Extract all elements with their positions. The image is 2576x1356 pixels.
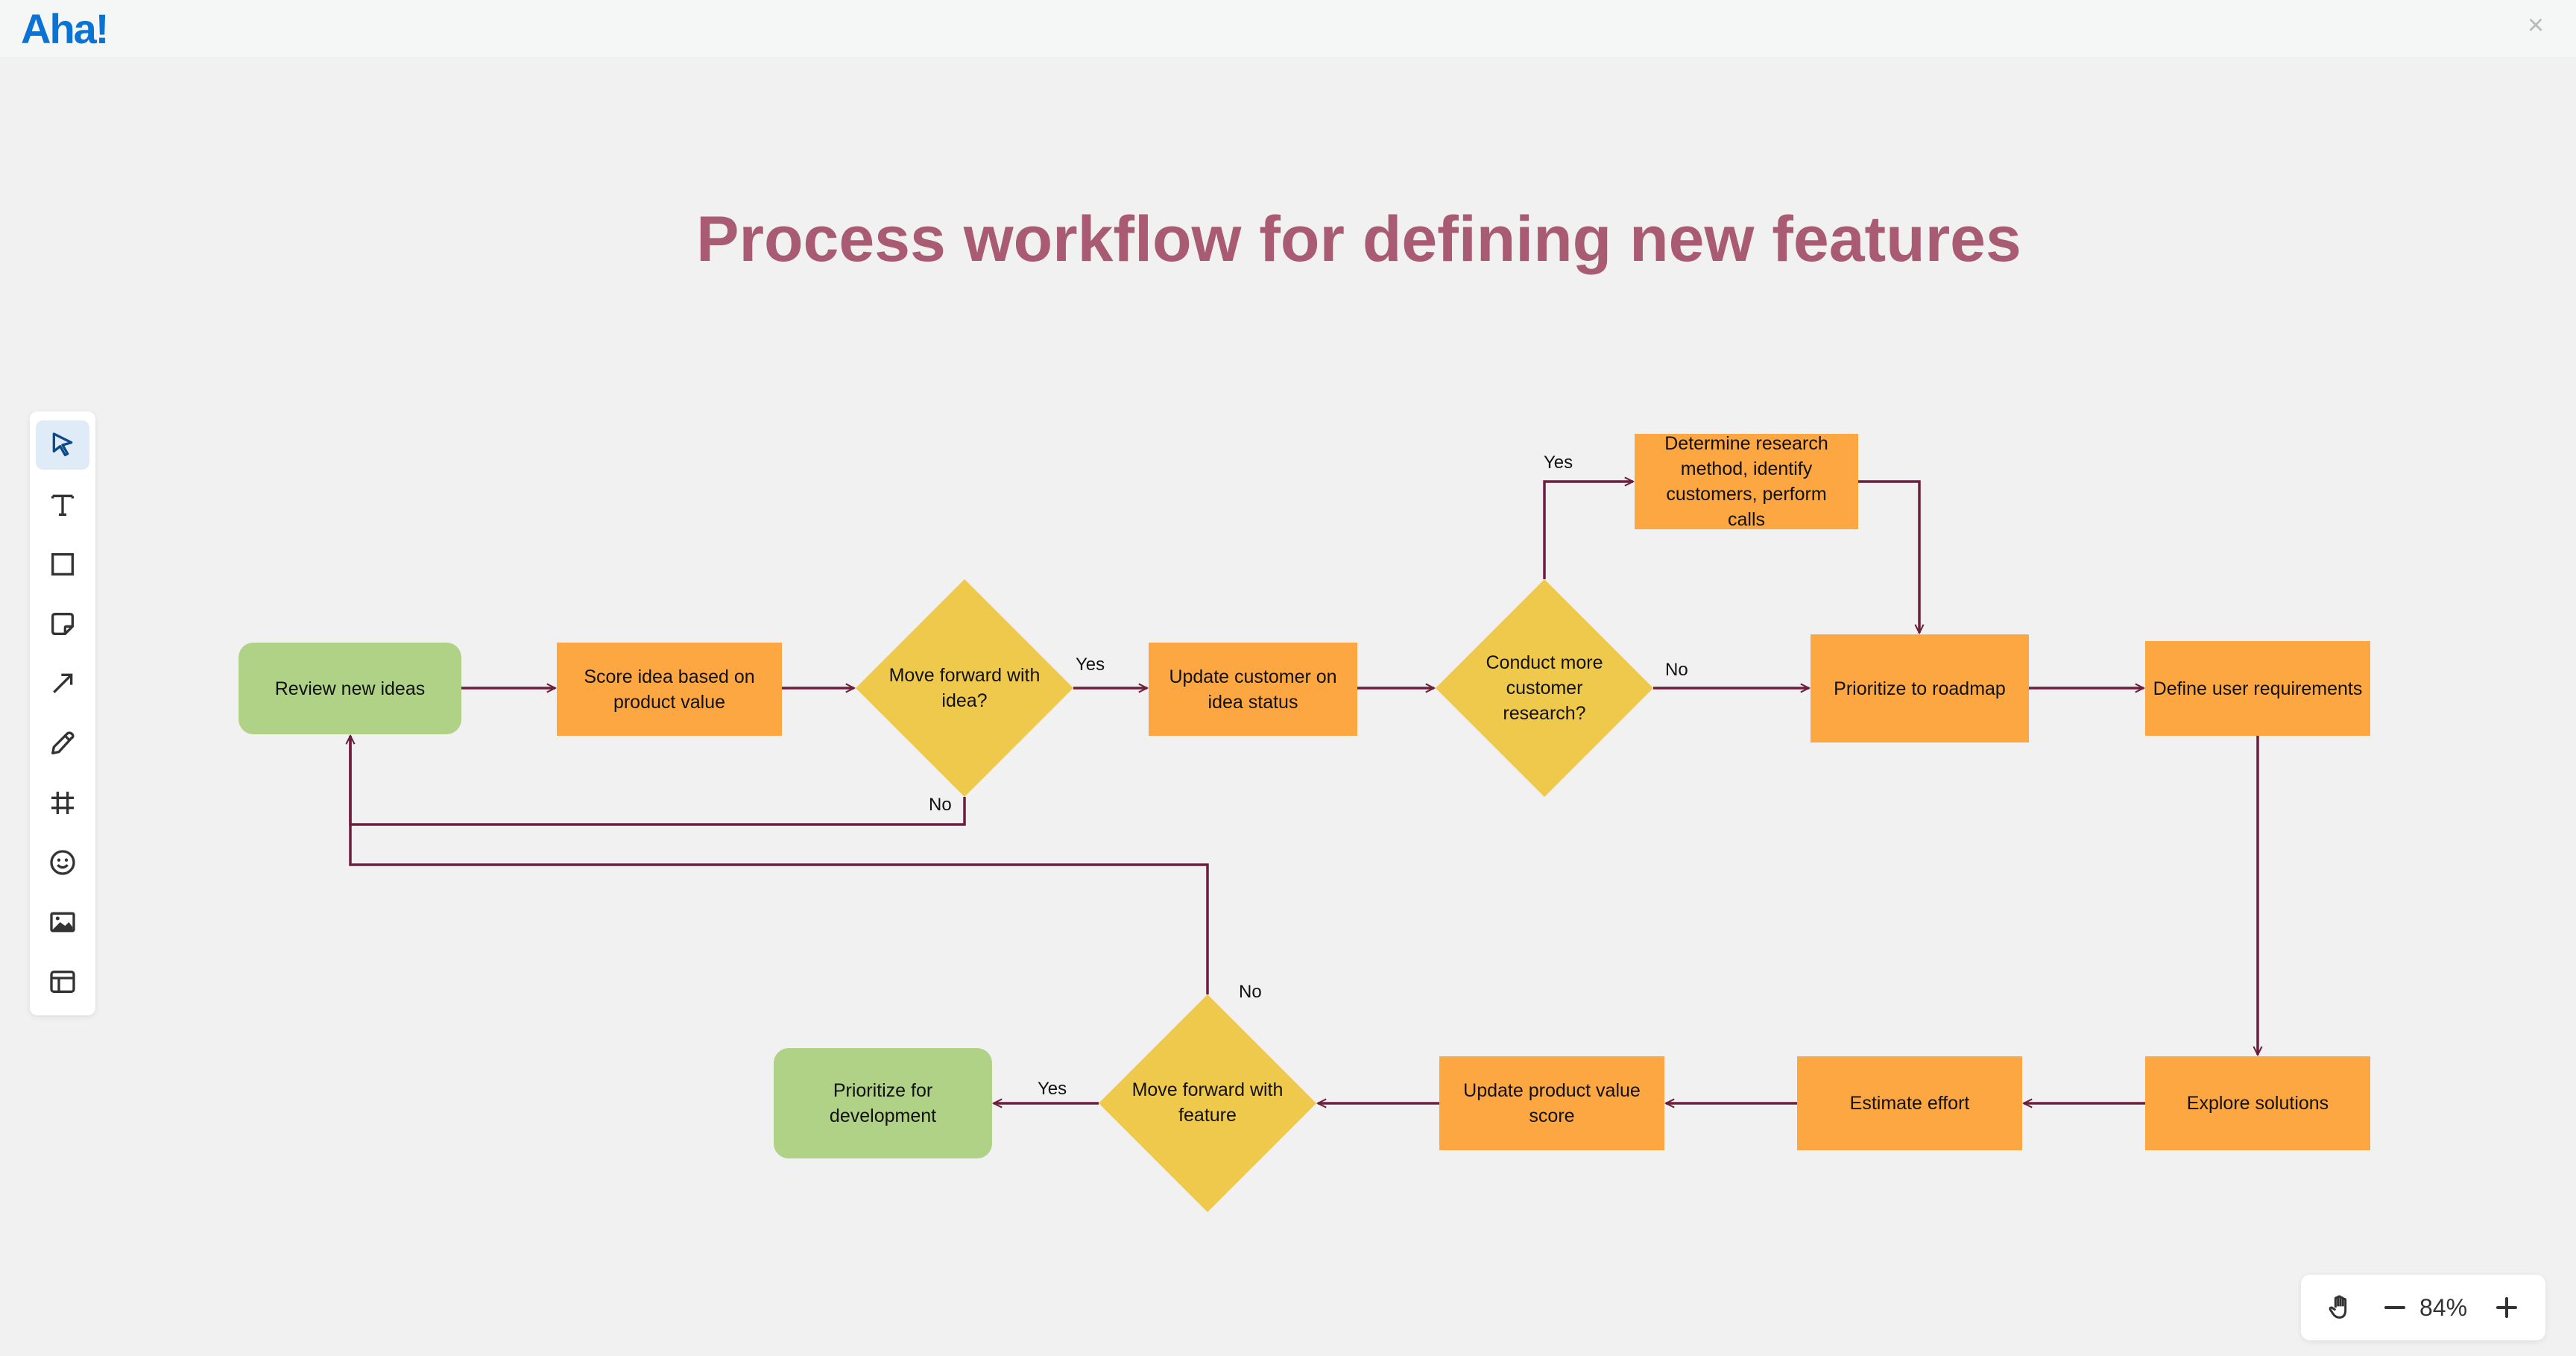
pencil-icon — [51, 731, 75, 754]
edge-label-idea-no: No — [929, 795, 952, 815]
tool-sticky-note[interactable] — [36, 599, 89, 649]
tool-arrow[interactable] — [36, 659, 89, 708]
minus-icon — [2384, 1306, 2405, 1309]
arrow-icon — [53, 673, 73, 693]
zoom-out-button[interactable] — [2378, 1290, 2411, 1325]
edge-label-research-yes: Yes — [1544, 452, 1573, 473]
node-determine-research[interactable]: Determine research method, identify cust… — [1635, 433, 1858, 530]
node-review-new-ideas[interactable]: Review new ideas — [239, 643, 461, 734]
tool-template[interactable] — [36, 957, 89, 1006]
plus-icon — [2496, 1297, 2517, 1318]
zoom-controls: 84% — [2301, 1275, 2545, 1340]
decision-research-label: Conduct more customer research? — [1486, 652, 1603, 724]
tool-select[interactable] — [36, 420, 89, 470]
edge-label-research-no: No — [1665, 660, 1688, 680]
frame-icon — [51, 792, 74, 814]
image-icon — [50, 912, 75, 933]
node-update-customer[interactable]: Update customer on idea status — [1149, 643, 1357, 736]
edge-decision-research-yes[interactable] — [1543, 482, 1633, 579]
emoji-icon — [50, 850, 75, 875]
text-icon — [51, 494, 74, 516]
node-explore-solutions[interactable]: Explore solutions — [2145, 1056, 2370, 1150]
drawing-toolbar — [30, 411, 95, 1015]
pointer-icon — [52, 432, 73, 456]
hand-icon — [2329, 1295, 2347, 1319]
zoom-level: 84% — [2419, 1294, 2468, 1321]
tool-shape[interactable] — [36, 540, 89, 589]
zoom-in-button[interactable] — [2490, 1290, 2523, 1325]
node-define-requirements[interactable]: Define user requirements — [2145, 641, 2370, 736]
tool-pen[interactable] — [36, 719, 89, 768]
decision-idea-label: Move forward with idea? — [888, 665, 1041, 711]
tool-emoji[interactable] — [36, 838, 89, 887]
decision-feature-label: Move forward with feature — [1131, 1079, 1284, 1126]
edge-label-feature-no: No — [1239, 982, 1262, 1002]
edge-label-feature-yes: Yes — [1038, 1079, 1067, 1099]
edge-decision-feature-no[interactable] — [349, 736, 1209, 994]
tool-frame[interactable] — [36, 778, 89, 827]
node-estimate-effort[interactable]: Estimate effort — [1797, 1056, 2022, 1150]
edge-label-idea-yes: Yes — [1076, 655, 1105, 675]
template-icon — [50, 971, 75, 993]
edge-determine-roadmap[interactable] — [1858, 480, 1919, 633]
node-update-product-score[interactable]: Update product value score — [1439, 1056, 1664, 1150]
rectangle-icon — [51, 553, 74, 575]
tool-image[interactable] — [36, 898, 89, 947]
tool-text[interactable] — [36, 480, 89, 529]
sticky-note-icon — [51, 613, 74, 635]
node-score-idea[interactable]: Score idea based on product value — [557, 643, 782, 736]
node-prioritize-development[interactable]: Prioritize for development — [774, 1048, 992, 1158]
edge-decision-idea-no-review[interactable] — [350, 736, 966, 826]
node-prioritize-roadmap[interactable]: Prioritize to roadmap — [1811, 634, 2029, 742]
pan-hand-button[interactable] — [2322, 1290, 2359, 1325]
